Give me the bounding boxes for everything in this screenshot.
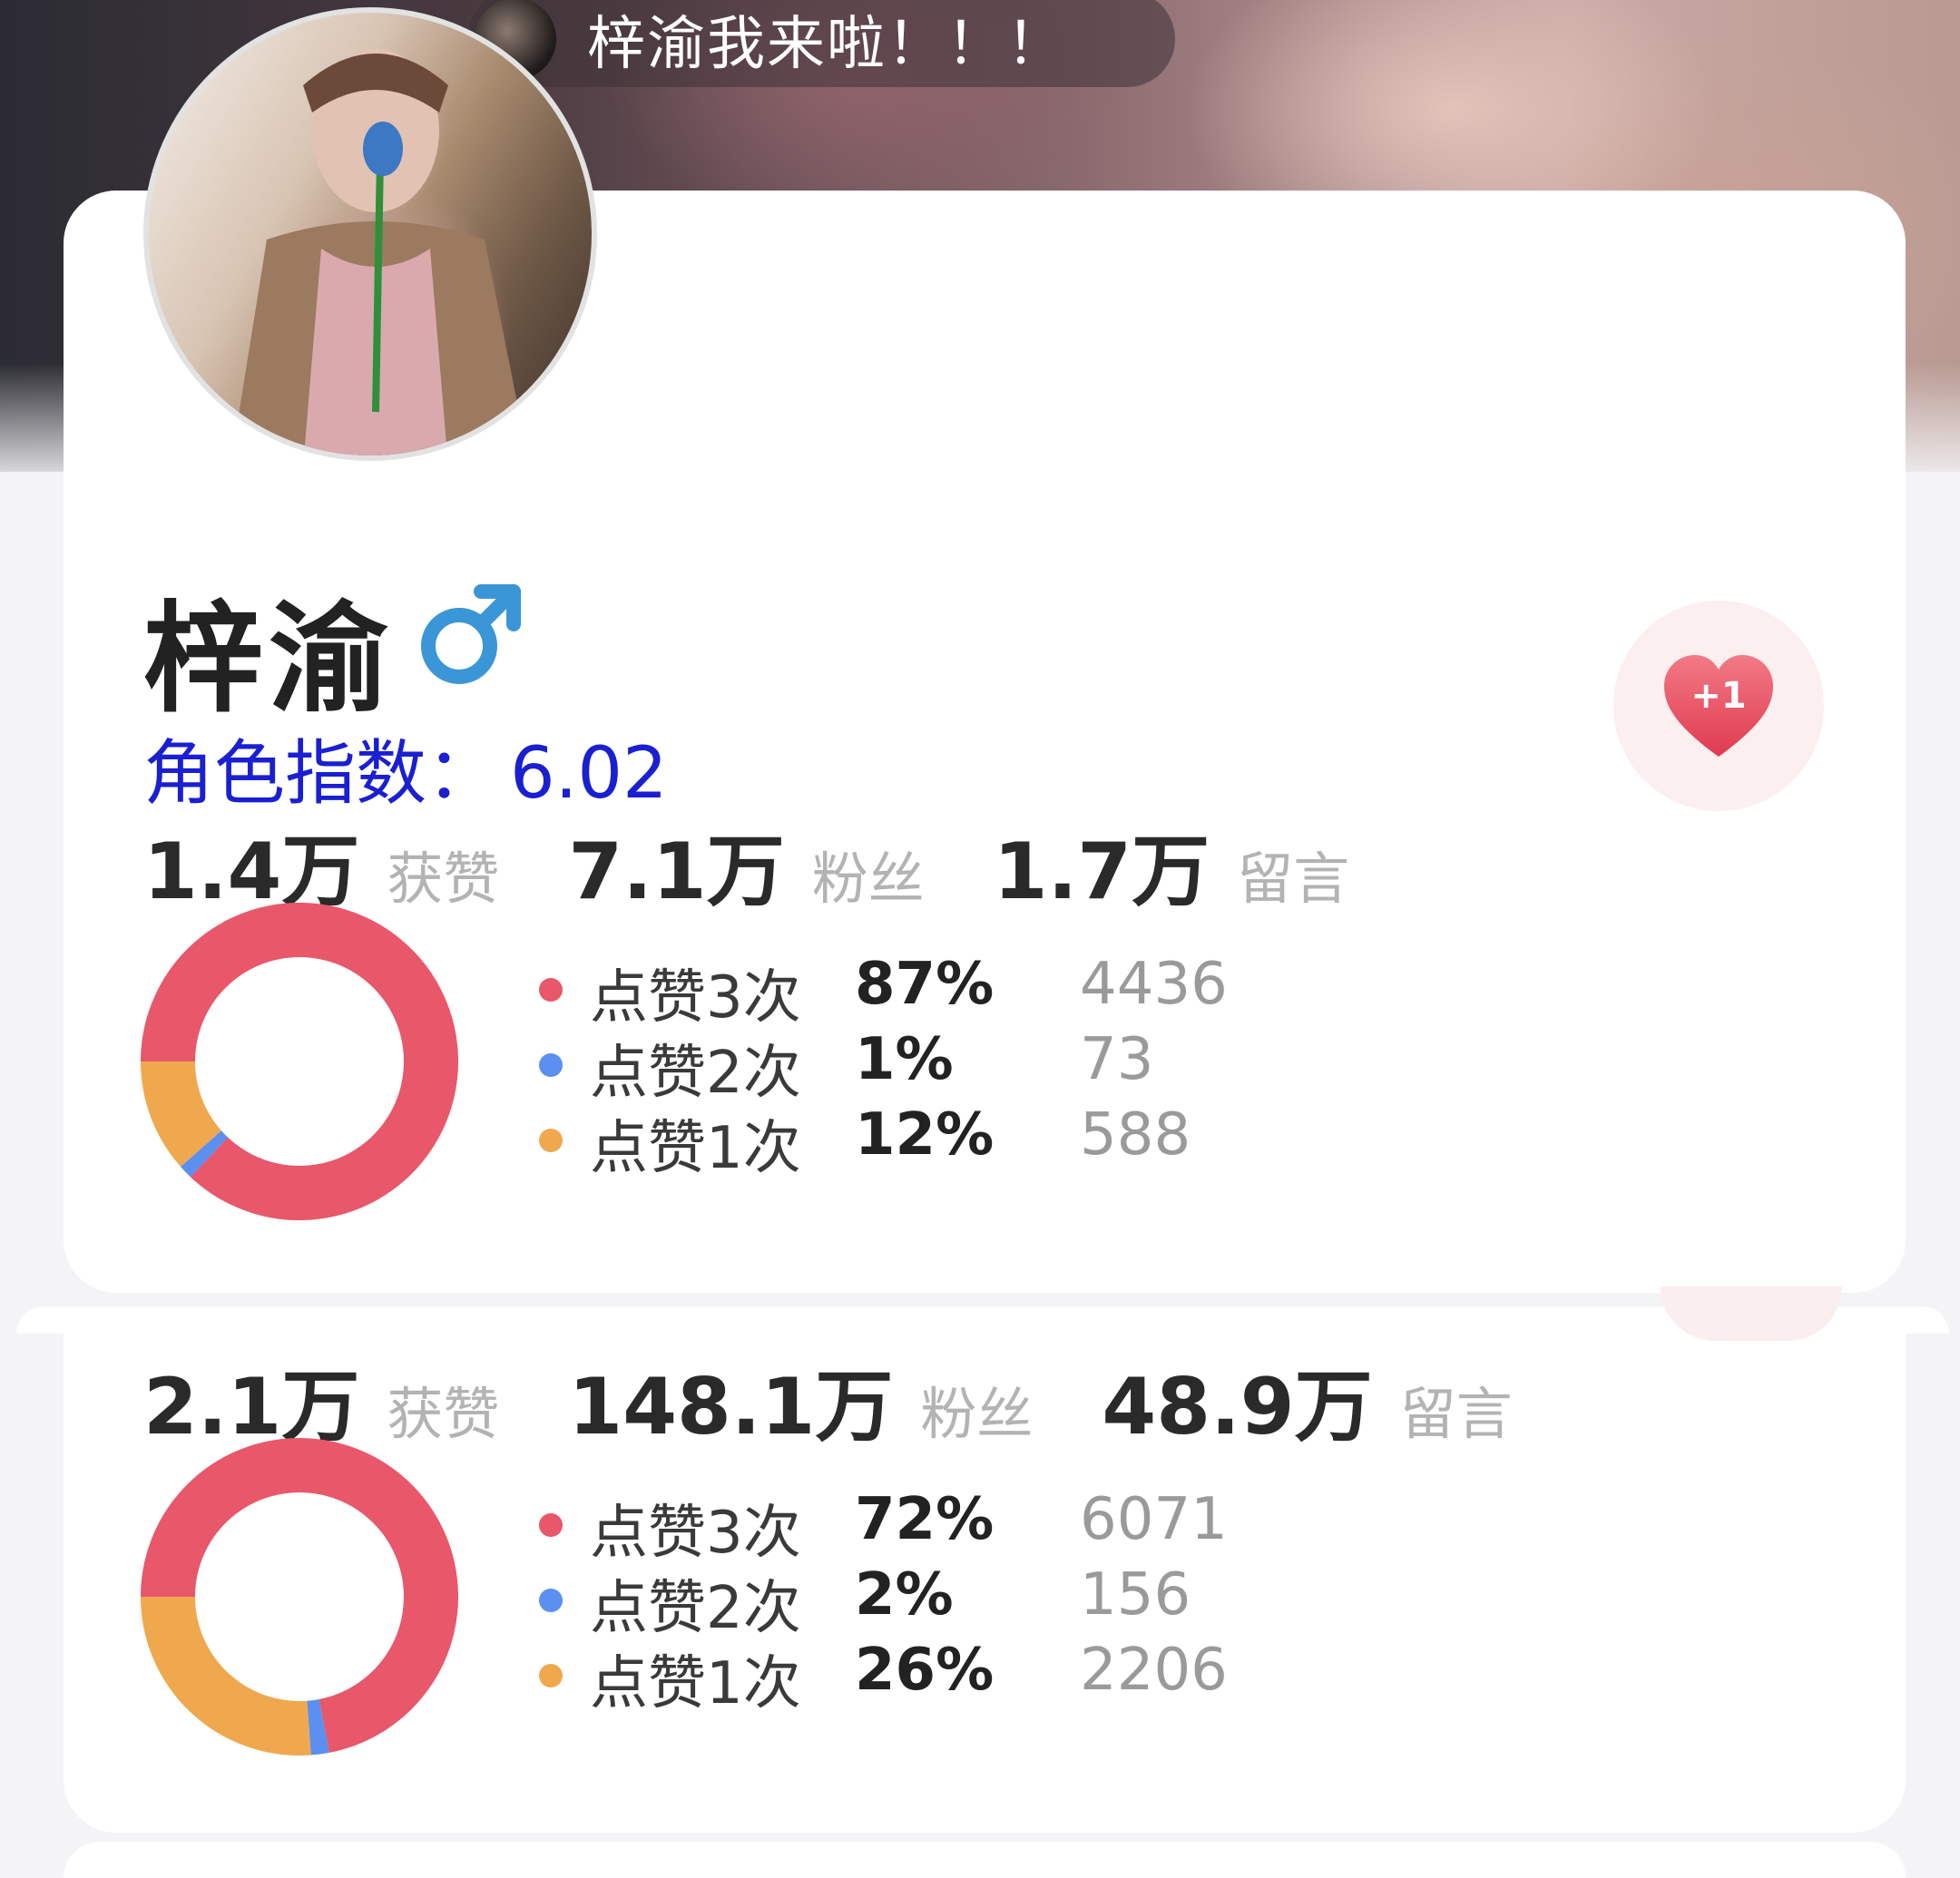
character-index-label: 角色指数： <box>143 733 498 815</box>
legend-dot-one-like <box>539 1129 563 1152</box>
legend-percent: 12% <box>855 1101 995 1169</box>
legend-label: 点赞2次 <box>590 1575 801 1642</box>
male-symbol-icon <box>421 584 521 684</box>
slice-two-likes <box>180 1130 229 1178</box>
legend-dot-two-likes <box>539 1053 563 1077</box>
legend-label: 点赞2次 <box>590 1040 801 1107</box>
card1-comments-label: 留言 <box>1237 846 1350 912</box>
card2-like-breakdown-donut <box>141 1438 458 1756</box>
legend-percent: 72% <box>855 1486 995 1553</box>
legend-dot-one-like <box>539 1664 563 1687</box>
legend-count: 156 <box>1080 1561 1191 1629</box>
legend-count: 4436 <box>1080 951 1228 1018</box>
card1-comments-value: 1.7万 <box>993 827 1210 917</box>
like-button-peek <box>1661 1286 1842 1341</box>
avatar-portrait-image <box>231 49 528 455</box>
slice-two-likes <box>306 1698 329 1756</box>
card2-fans-value: 148.1万 <box>568 1362 894 1453</box>
slice-one-like <box>141 1061 222 1168</box>
legend-dot-three-likes <box>539 978 563 1002</box>
card1-fans-value: 7.1万 <box>568 827 785 917</box>
legend-label: 点赞1次 <box>590 1115 801 1182</box>
legend-label: 点赞1次 <box>590 1650 801 1717</box>
legend-label: 点赞3次 <box>590 1500 801 1567</box>
card2-fans-label: 粉丝 <box>920 1381 1034 1447</box>
legend-count: 588 <box>1080 1101 1191 1169</box>
legend-percent: 2% <box>855 1561 954 1629</box>
character-name: 梓渝 <box>143 590 394 729</box>
legend-dot-three-likes <box>539 1513 563 1537</box>
like-plus-one-button[interactable]: +1 <box>1613 601 1824 811</box>
card1-fans-label: 粉丝 <box>811 846 925 912</box>
legend-label: 点赞3次 <box>590 964 801 1032</box>
avatar[interactable] <box>143 7 597 461</box>
character-index-value: 6.02 <box>510 733 668 815</box>
legend-percent: 26% <box>855 1637 995 1704</box>
legend-count: 6071 <box>1080 1486 1228 1553</box>
legend-dot-two-likes <box>539 1589 563 1612</box>
legend-percent: 1% <box>855 1026 954 1093</box>
second-card-top-edge <box>16 1306 1949 1334</box>
notification-text: 梓渝我来啦！！！ <box>587 11 1066 78</box>
card2-comments-label: 留言 <box>1399 1381 1513 1447</box>
legend-count: 2206 <box>1080 1637 1228 1704</box>
like-plus-one-label: +1 <box>1690 675 1746 717</box>
legend-percent: 87% <box>855 951 995 1018</box>
heart-icon: +1 <box>1664 655 1773 757</box>
character-index: 角色指数： 6.02 <box>143 717 668 818</box>
next-card-edge <box>64 1842 1906 1878</box>
card2-comments-value: 48.9万 <box>1102 1362 1373 1453</box>
card1-like-breakdown-donut <box>141 903 458 1220</box>
slice-one-like <box>141 1596 311 1756</box>
legend-count: 73 <box>1080 1026 1154 1093</box>
